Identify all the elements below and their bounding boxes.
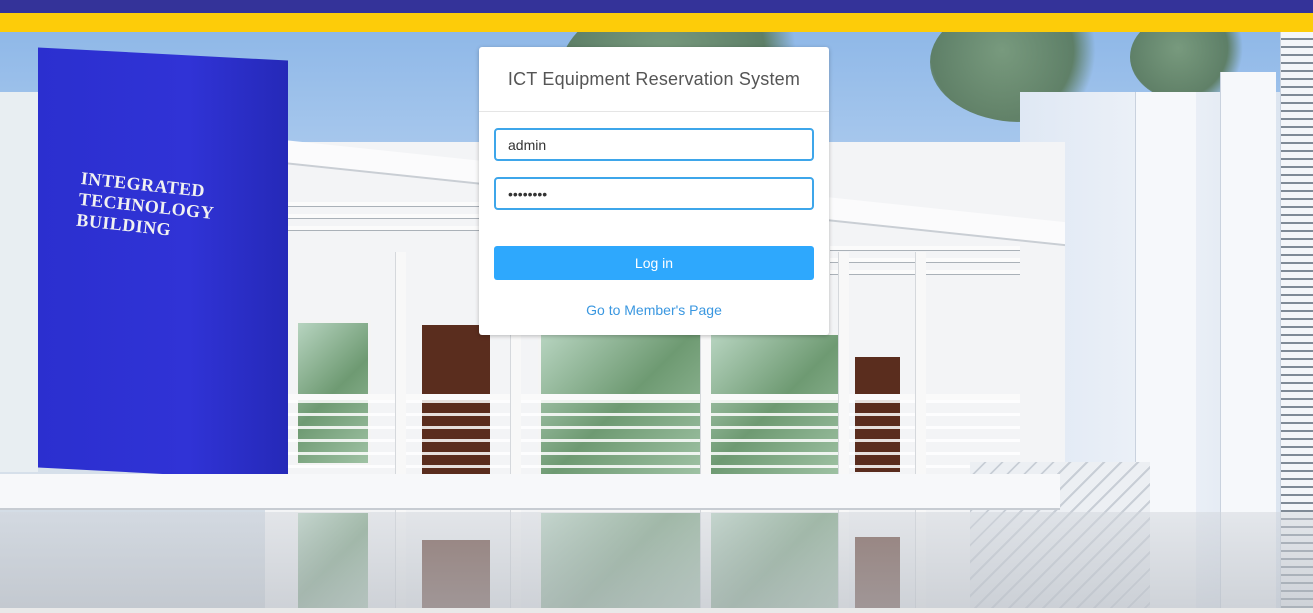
- sunshade-slat: [830, 246, 1020, 251]
- password-input[interactable]: [494, 177, 814, 210]
- sunshade-slat: [270, 214, 480, 219]
- login-card-header: ICT Equipment Reservation System: [479, 47, 829, 112]
- header-stripe-blue: [0, 0, 1313, 13]
- tower-side-wall: [0, 92, 38, 472]
- header-stripe-yellow: [0, 13, 1313, 32]
- login-card: ICT Equipment Reservation System Log in …: [479, 47, 829, 335]
- sunshade-slat: [270, 202, 480, 207]
- floor-slab: [0, 474, 1060, 510]
- sunshade-slat: [270, 226, 480, 231]
- ground-floor-shade: [0, 512, 1313, 608]
- member-page-link[interactable]: Go to Member's Page: [479, 302, 829, 318]
- login-button[interactable]: Log in: [494, 246, 814, 280]
- username-input[interactable]: [494, 128, 814, 161]
- page-title: ICT Equipment Reservation System: [507, 68, 801, 89]
- bottom-strip: [0, 608, 1313, 613]
- blue-tower: [38, 47, 288, 481]
